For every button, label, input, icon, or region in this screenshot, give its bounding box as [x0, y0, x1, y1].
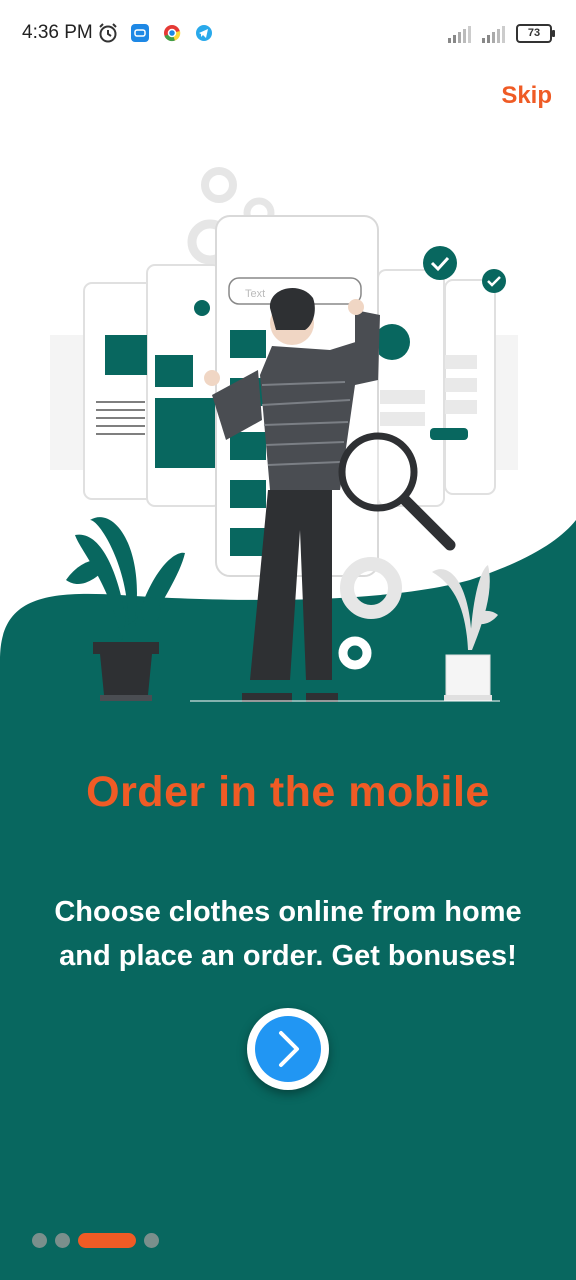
alarm-icon [99, 23, 117, 43]
signal-icon [448, 25, 471, 43]
skip-button[interactable]: Skip [501, 82, 552, 110]
status-icons-left [97, 22, 215, 44]
battery-level: 73 [527, 27, 541, 39]
status-time: 4:36 PM [22, 22, 93, 43]
next-button-inner [255, 1016, 321, 1082]
chevron-right-icon [279, 1031, 299, 1067]
chrome-icon [164, 25, 181, 42]
signal-icon [482, 25, 505, 43]
illustration-search-placeholder: Text [245, 288, 265, 300]
page-title: Order in the mobile [86, 768, 490, 816]
page-dot[interactable] [144, 1233, 159, 1248]
page-dot[interactable] [55, 1233, 70, 1248]
page-subtitle: Choose clothes online from home and plac… [54, 896, 522, 972]
telegram-icon [196, 25, 212, 41]
app-notification-icon [131, 24, 149, 42]
next-button[interactable] [247, 1008, 329, 1090]
page-indicator [32, 1233, 159, 1248]
page-dot[interactable] [32, 1233, 47, 1248]
status-icons-right: 73 [448, 24, 555, 43]
onboarding-illustration: Text [0, 167, 576, 710]
status-bar: 4:36 PM 73 [0, 0, 576, 70]
battery-indicator: 73 [516, 24, 555, 43]
page-dot-active[interactable] [78, 1233, 136, 1248]
